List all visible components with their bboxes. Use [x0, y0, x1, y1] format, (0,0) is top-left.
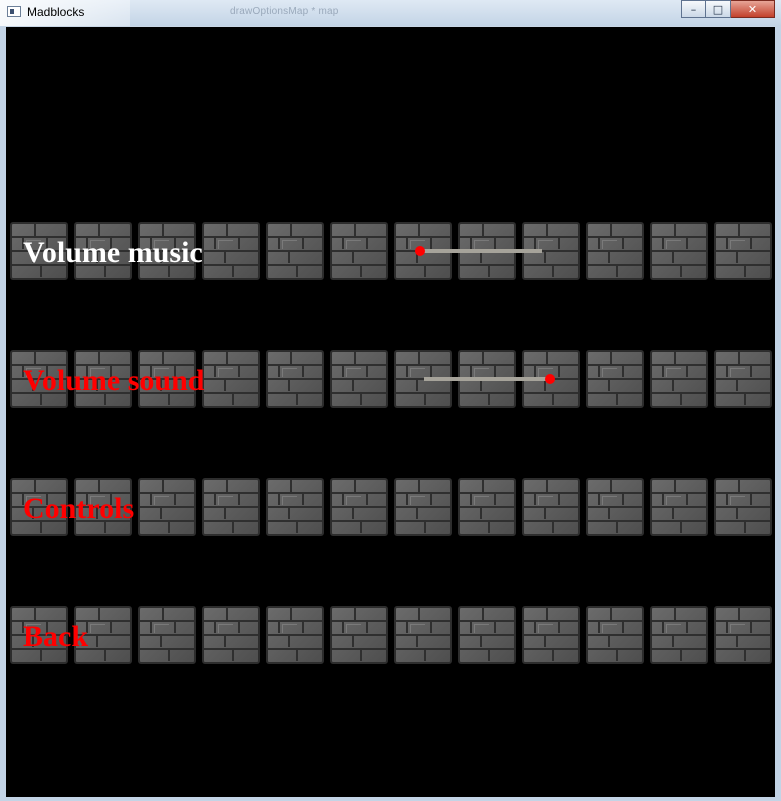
app-icon: [7, 6, 21, 17]
stone-brick-tile: [458, 606, 516, 664]
stone-brick-tile: [586, 350, 644, 408]
background-window-text: drawOptionsMap * map: [230, 6, 339, 17]
stone-brick-tile: [522, 478, 580, 536]
stone-brick-tile: [394, 606, 452, 664]
stone-brick-tile: [714, 350, 772, 408]
menu-item-volume-music[interactable]: Volume music: [23, 236, 203, 270]
stone-brick-tile: [202, 350, 260, 408]
slider-track: [424, 377, 546, 381]
stone-brick-tile: [330, 350, 388, 408]
stone-brick-tile: [650, 478, 708, 536]
slider-track: [420, 249, 542, 253]
stone-brick-tile: [586, 478, 644, 536]
stone-brick-tile: [650, 222, 708, 280]
menu-item-volume-sound[interactable]: Volume sound: [23, 364, 204, 398]
stone-brick-tile: [266, 606, 324, 664]
stone-brick-tile: [266, 222, 324, 280]
stone-brick-tile: [650, 350, 708, 408]
stone-brick-tile: [330, 222, 388, 280]
window-title: Madblocks: [27, 5, 85, 19]
stone-brick-tile: [138, 478, 196, 536]
stone-brick-tile: [330, 478, 388, 536]
stone-brick-tile: [714, 606, 772, 664]
stone-brick-tile: [330, 606, 388, 664]
slider-knob[interactable]: [415, 246, 425, 256]
close-button[interactable]: ✕: [731, 0, 775, 18]
maximize-button[interactable]: □: [706, 0, 731, 18]
stone-brick-tile: [394, 478, 452, 536]
minimize-icon: –: [690, 2, 697, 16]
maximize-icon: □: [712, 2, 724, 16]
menu-item-back[interactable]: Back: [23, 620, 88, 654]
minimize-button[interactable]: –: [681, 0, 706, 18]
stone-brick-tile: [650, 606, 708, 664]
stone-brick-tile: [266, 478, 324, 536]
slider-knob[interactable]: [545, 374, 555, 384]
game-canvas: Volume music Volume sound Controls Back: [6, 27, 775, 797]
stone-brick-tile: [586, 606, 644, 664]
stone-brick-tile: [202, 222, 260, 280]
stone-brick-tile: [522, 606, 580, 664]
stone-brick-tile: [266, 350, 324, 408]
window-controls: – □ ✕: [681, 0, 775, 18]
window-titlebar[interactable]: drawOptionsMap * map Madblocks – □ ✕: [0, 0, 781, 26]
stone-brick-tile: [714, 478, 772, 536]
sound-volume-slider[interactable]: [420, 371, 560, 387]
stone-brick-tile: [202, 606, 260, 664]
close-icon: ✕: [747, 2, 758, 16]
stone-brick-tile: [586, 222, 644, 280]
window-frame-right: [775, 26, 781, 801]
stone-brick-tile: [138, 606, 196, 664]
music-volume-slider[interactable]: [415, 243, 556, 259]
stone-brick-tile: [714, 222, 772, 280]
stone-brick-tile: [458, 478, 516, 536]
stone-brick-tile: [202, 478, 260, 536]
menu-item-controls[interactable]: Controls: [23, 492, 134, 526]
window-frame-bottom: [0, 797, 781, 801]
